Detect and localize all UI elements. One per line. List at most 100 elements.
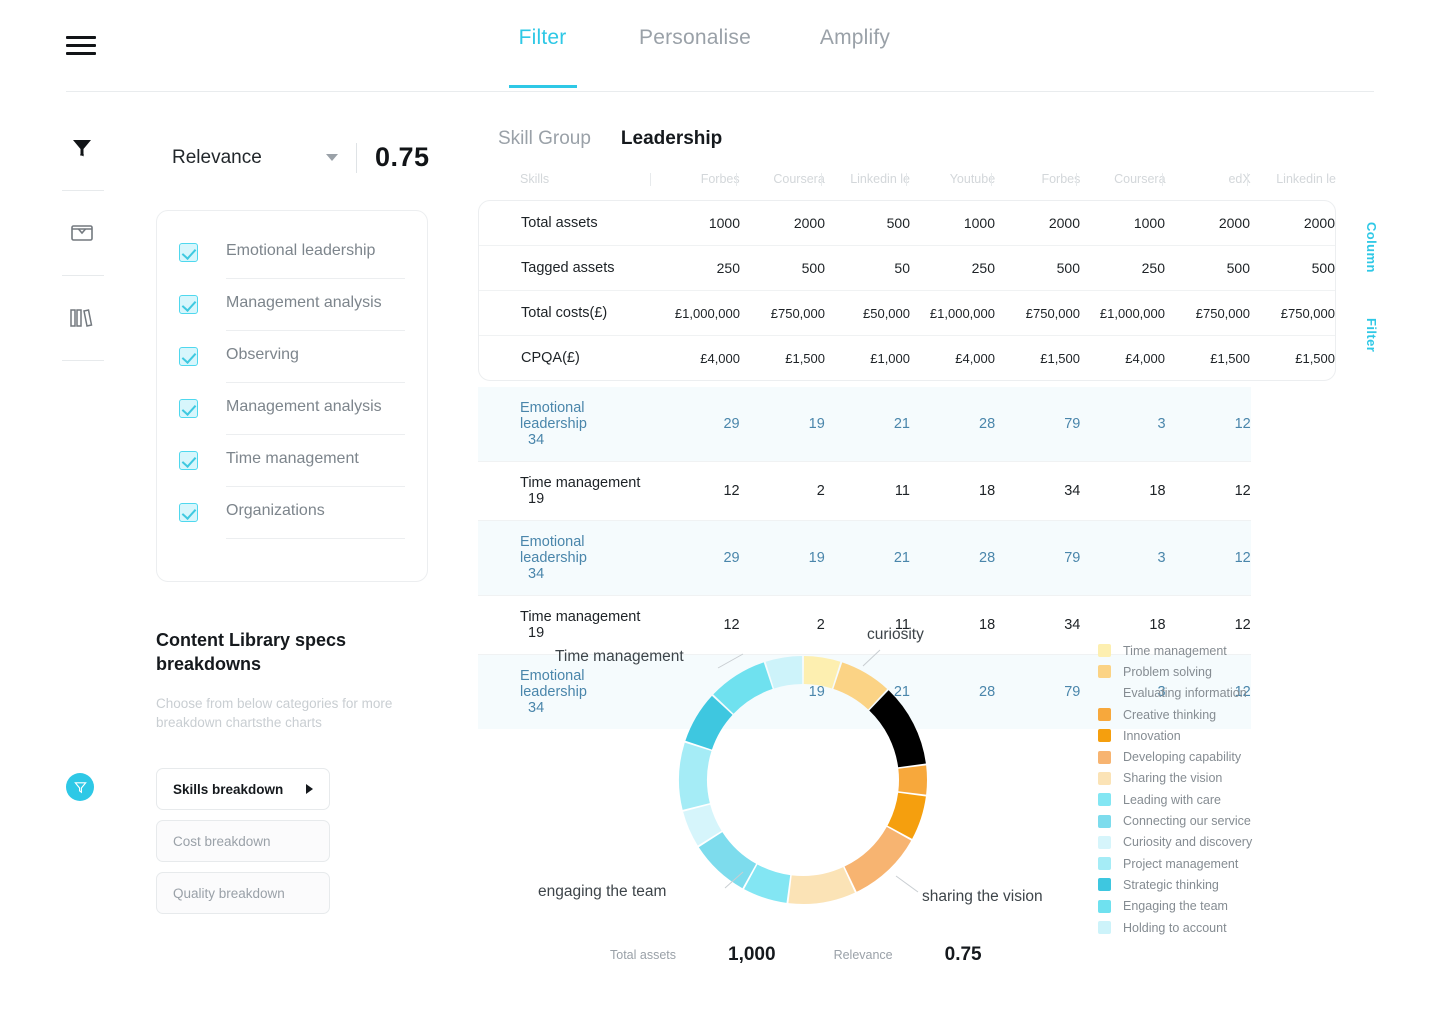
- legend-item[interactable]: Time management: [1098, 640, 1378, 661]
- legend-item[interactable]: Curiosity and discovery: [1098, 832, 1378, 853]
- table-row[interactable]: Time management19 12 2 11 18 34 18 12: [478, 461, 1336, 521]
- column-header-youtube[interactable]: Youtube: [905, 172, 995, 200]
- donut-segment[interactable]: [844, 826, 912, 892]
- cell: 500: [1250, 245, 1335, 291]
- relevance-selector[interactable]: Relevance 0.75: [172, 142, 430, 173]
- cell: 3: [1080, 520, 1166, 596]
- stat-value-relevance: 0.75: [944, 944, 982, 965]
- skill-name: Emotional leadership: [520, 534, 587, 566]
- checkbox-icon[interactable]: [179, 503, 198, 522]
- filter-checkbox-row[interactable]: Observing: [179, 331, 405, 383]
- legend-item[interactable]: Holding to account: [1098, 917, 1378, 938]
- table-row: CPQA(£) £4,000 £1,500 £1,000 £4,000 £1,5…: [479, 336, 1335, 381]
- legend-item[interactable]: Leading with care: [1098, 789, 1378, 810]
- relevance-value: 0.75: [375, 142, 430, 172]
- cost-breakdown-button[interactable]: Cost breakdown: [156, 820, 330, 862]
- cell: £1,000: [870, 350, 910, 366]
- cell: £1,500: [785, 350, 825, 366]
- column-header-skills[interactable]: Skills: [478, 172, 654, 200]
- skills-donut-chart: Time management curiosity engaging the t…: [500, 610, 1120, 940]
- table-row[interactable]: Emotional leadership34 29 19 21 28 79 3 …: [478, 520, 1336, 596]
- column-header-linkedin-2[interactable]: Linkedin le: [1246, 172, 1336, 200]
- inbox-tray-icon[interactable]: [62, 213, 102, 253]
- legend-swatch: [1098, 793, 1111, 807]
- legend-swatch: [1098, 665, 1111, 679]
- cell: £1,000,000: [655, 290, 740, 336]
- row-divider: [226, 278, 405, 279]
- legend-label: Sharing the vision: [1123, 771, 1223, 786]
- legend-swatch: [1098, 857, 1111, 871]
- funnel-icon[interactable]: [62, 128, 102, 168]
- donut-segment[interactable]: [765, 656, 803, 689]
- legend-label: Leading with care: [1123, 792, 1221, 807]
- skill-filter-card: Emotional leadership Management analysis…: [156, 210, 428, 582]
- hamburger-menu-icon[interactable]: [66, 36, 96, 56]
- checkbox-icon[interactable]: [179, 243, 198, 262]
- cell: 250: [655, 245, 740, 291]
- column-header-forbes-2[interactable]: Forbes: [991, 172, 1080, 200]
- filter-checkbox-row[interactable]: Management analysis: [179, 279, 405, 331]
- column-header-coursera-2[interactable]: Coursera: [1076, 172, 1166, 200]
- cell: £750,000: [740, 290, 825, 336]
- donut-segment[interactable]: [869, 690, 926, 768]
- cell: 1000: [1080, 201, 1165, 246]
- row-label-cell[interactable]: Time management19: [478, 461, 655, 521]
- legend-swatch: [1098, 708, 1111, 722]
- cell: 2000: [740, 201, 825, 246]
- summary-table-card: Total assets 1000 2000 500 1000 2000 100…: [478, 200, 1336, 381]
- checkbox-icon[interactable]: [179, 295, 198, 314]
- table-row[interactable]: Emotional leadership34 29 19 21 28 79 3 …: [478, 387, 1336, 462]
- filter-badge-button[interactable]: [66, 773, 94, 801]
- tab-personalise[interactable]: Personalise: [615, 26, 775, 50]
- legend-item[interactable]: Problem solving: [1098, 661, 1378, 682]
- column-header-linkedin-1[interactable]: Linkedin le: [820, 172, 910, 200]
- row-label-cell[interactable]: Emotional leadership34: [478, 520, 655, 596]
- checkbox-icon[interactable]: [179, 399, 198, 418]
- filter-label: Management analysis: [226, 294, 382, 311]
- donut-segment[interactable]: [898, 765, 927, 795]
- row-label: Tagged assets: [479, 245, 655, 291]
- filter-label: Observing: [226, 346, 299, 363]
- tab-filter[interactable]: Filter: [470, 26, 615, 50]
- legend-item[interactable]: Evaluating information: [1098, 683, 1378, 704]
- skills-breakdown-button[interactable]: Skills breakdown: [156, 768, 330, 810]
- legend-item[interactable]: Engaging the team: [1098, 896, 1378, 917]
- legend-item[interactable]: Project management: [1098, 853, 1378, 874]
- column-header-coursera-1[interactable]: Coursera: [735, 172, 825, 200]
- column-header-forbes-1[interactable]: Forbes: [650, 172, 740, 200]
- filter-checkbox-row[interactable]: Emotional leadership: [179, 227, 405, 279]
- skill-group-value[interactable]: Leadership: [621, 128, 722, 150]
- legend-item[interactable]: Strategic thinking: [1098, 874, 1378, 895]
- button-label: Quality breakdown: [173, 885, 285, 901]
- legend-label: Project management: [1123, 856, 1239, 871]
- filter-checkbox-row[interactable]: Management analysis: [179, 383, 405, 435]
- quality-breakdown-button[interactable]: Quality breakdown: [156, 872, 330, 914]
- legend-item[interactable]: Sharing the vision: [1098, 768, 1378, 789]
- donut-segment[interactable]: [679, 742, 712, 810]
- side-tab-column[interactable]: Column: [1364, 222, 1379, 273]
- tab-amplify[interactable]: Amplify: [775, 26, 935, 50]
- legend-item[interactable]: Creative thinking: [1098, 704, 1378, 725]
- content-library-title: Content Library specs breakdowns: [156, 630, 347, 674]
- chevron-down-icon[interactable]: [326, 154, 338, 161]
- filter-checkbox-row[interactable]: Time management: [179, 435, 405, 487]
- donut-segment[interactable]: [803, 656, 841, 689]
- cell: 3: [1080, 387, 1166, 462]
- legend-item[interactable]: Innovation: [1098, 725, 1378, 746]
- checkbox-icon[interactable]: [179, 347, 198, 366]
- side-tab-filter[interactable]: Filter: [1364, 318, 1379, 352]
- footer-stats: Total assets 1,000 Relevance 0.75: [610, 944, 982, 966]
- legend-label: Curiosity and discovery: [1123, 835, 1253, 850]
- checkbox-icon[interactable]: [179, 451, 198, 470]
- row-divider: [226, 382, 405, 383]
- books-library-icon[interactable]: [62, 298, 102, 338]
- cell: £1,000,000: [1080, 290, 1165, 336]
- donut-segment[interactable]: [698, 832, 757, 889]
- legend-item[interactable]: Developing capability: [1098, 746, 1378, 767]
- legend-item[interactable]: Connecting our service: [1098, 810, 1378, 831]
- filter-checkbox-row[interactable]: Organizations: [179, 487, 405, 539]
- donut-segment[interactable]: [788, 867, 855, 904]
- cell: £4,000: [955, 350, 995, 366]
- column-header-edx[interactable]: edX: [1161, 172, 1251, 200]
- row-label-cell[interactable]: Emotional leadership34: [478, 387, 655, 462]
